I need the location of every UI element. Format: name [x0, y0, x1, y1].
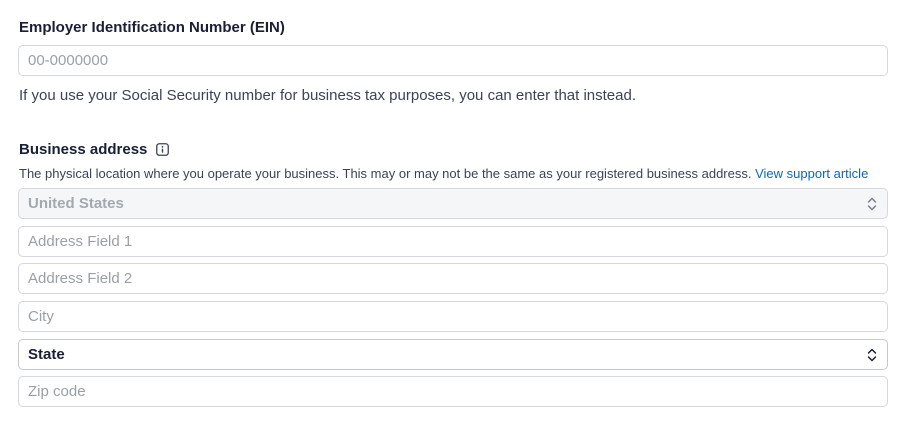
ein-input[interactable] [18, 45, 888, 76]
info-icon[interactable] [156, 143, 170, 156]
business-address-heading: Business address [19, 141, 170, 158]
state-select[interactable]: State [18, 339, 888, 370]
zip-code-input[interactable] [18, 376, 888, 407]
address-field-2-input[interactable] [18, 263, 888, 294]
chevron-updown-icon [866, 348, 878, 362]
country-select-value: United States [28, 195, 124, 212]
state-select-value: State [28, 346, 65, 363]
business-details-form: Employer Identification Number (EIN) If … [0, 0, 904, 428]
address-field-1-input[interactable] [18, 226, 888, 257]
country-select[interactable]: United States [18, 188, 888, 219]
chevron-updown-icon [866, 197, 878, 211]
business-address-help-text: The physical location where you operate … [19, 166, 752, 181]
business-address-help: The physical location where you operate … [19, 166, 868, 181]
ein-label: Employer Identification Number (EIN) [19, 19, 285, 36]
city-input[interactable] [18, 301, 888, 332]
business-address-label: Business address [19, 141, 148, 158]
ein-help-text: If you use your Social Security number f… [19, 87, 636, 104]
view-support-article-link[interactable]: View support article [755, 166, 868, 181]
